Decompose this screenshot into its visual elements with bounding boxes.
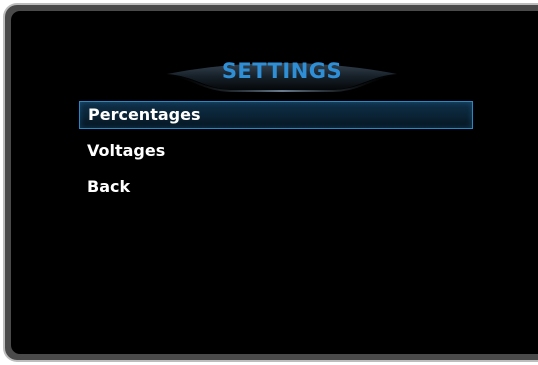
device-screen-bezel: SETTINGS Percentages Voltages Back <box>3 3 538 362</box>
menu-item-label: Percentages <box>88 105 201 124</box>
menu-item-percentages[interactable]: Percentages <box>79 101 473 129</box>
menu-item-back[interactable]: Back <box>79 173 473 201</box>
menu-item-label: Voltages <box>87 141 166 160</box>
menu-item-label: Back <box>87 177 131 196</box>
menu-item-voltages[interactable]: Voltages <box>79 137 473 165</box>
settings-menu: Percentages Voltages Back <box>79 101 473 209</box>
title-banner: SETTINGS <box>161 55 403 95</box>
page-title: SETTINGS <box>221 59 343 83</box>
settings-screen: SETTINGS Percentages Voltages Back <box>11 11 538 354</box>
